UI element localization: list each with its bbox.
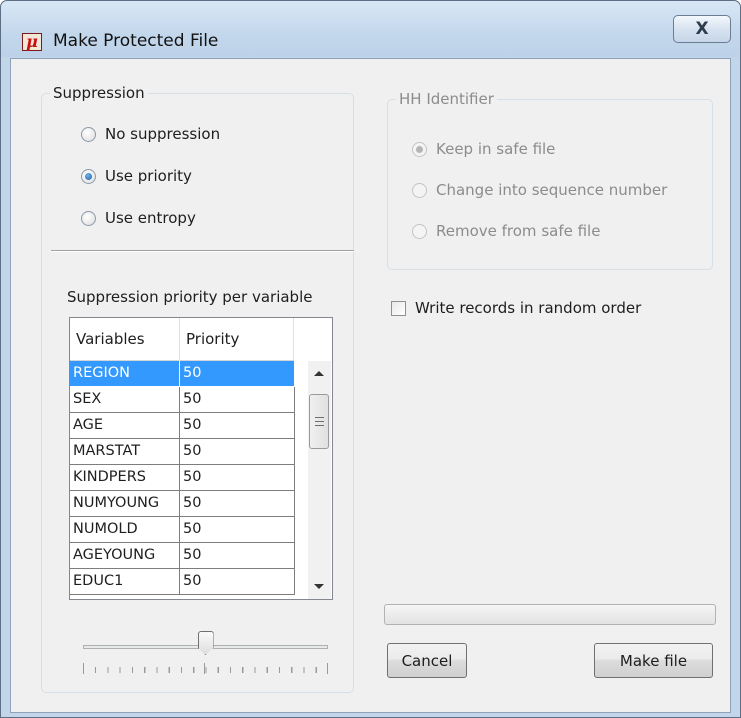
column-header-variables[interactable]: Variables — [70, 318, 180, 361]
priority-per-variable-label: Suppression priority per variable — [67, 288, 313, 306]
priority-cell[interactable]: 50 — [180, 413, 295, 439]
priority-table-rows: REGION 50 SEX 50 AGE 50 MARSTAT 50 KINDPERS 50 NUM… — [70, 361, 295, 595]
radio-use-entropy-indicator[interactable] — [81, 210, 96, 226]
radio-use-entropy-label: Use entropy — [105, 209, 196, 227]
progress-bar — [384, 604, 716, 625]
title-bar[interactable]: μ Make Protected File X — [1, 1, 740, 57]
variable-cell[interactable]: AGE — [70, 413, 180, 439]
slider-ticks — [83, 667, 328, 673]
close-icon: X — [695, 19, 709, 39]
priority-cell[interactable]: 50 — [180, 361, 295, 387]
priority-cell[interactable]: 50 — [180, 465, 295, 491]
variable-cell[interactable]: KINDPERS — [70, 465, 180, 491]
suppression-separator — [51, 250, 354, 252]
random-order-checkbox-label: Write records in random order — [415, 299, 642, 317]
thumb-grip-line — [315, 421, 324, 422]
radio-no-suppression-indicator[interactable] — [81, 126, 96, 142]
table-row[interactable]: MARSTAT 50 — [70, 439, 295, 465]
column-header-priority[interactable]: Priority — [180, 318, 294, 361]
radio-change-into-sequence-number[interactable]: Change into sequence number — [412, 181, 667, 199]
table-row[interactable]: AGE 50 — [70, 413, 295, 439]
random-order-checkbox[interactable]: Write records in random order — [391, 299, 641, 317]
hh-identifier-legend: HH Identifier — [396, 89, 497, 109]
priority-table[interactable]: Variables Priority REGION 50 SEX 50 AGE 50 MAR… — [69, 317, 333, 600]
make-file-button[interactable]: Make file — [594, 643, 713, 678]
radio-use-priority-indicator[interactable] — [81, 168, 96, 184]
radio-use-priority[interactable]: Use priority — [81, 167, 192, 185]
table-row[interactable]: REGION 50 — [70, 361, 295, 387]
thumb-grip-line — [315, 417, 324, 418]
variable-cell[interactable]: EDUC1 — [70, 569, 180, 595]
table-row[interactable]: EDUC1 50 — [70, 569, 295, 595]
table-vertical-scrollbar[interactable] — [308, 361, 331, 599]
radio-no-suppression[interactable]: No suppression — [81, 125, 220, 143]
scroll-up-arrow-icon[interactable] — [314, 371, 324, 376]
radio-no-suppression-label: No suppression — [105, 125, 221, 143]
suppression-legend: Suppression — [50, 83, 148, 103]
priority-cell[interactable]: 50 — [180, 387, 295, 413]
radio-change-into-sequence-number-indicator[interactable] — [412, 182, 427, 198]
thumb-grip-line — [315, 425, 324, 426]
variable-cell[interactable]: MARSTAT — [70, 439, 180, 465]
priority-cell[interactable]: 50 — [180, 569, 295, 595]
variable-cell[interactable]: REGION — [70, 361, 180, 387]
radio-keep-in-safe-file-indicator[interactable] — [412, 141, 427, 157]
radio-keep-in-safe-file[interactable]: Keep in safe file — [412, 140, 555, 158]
table-row[interactable]: NUMOLD 50 — [70, 517, 295, 543]
window-title: Make Protected File — [53, 31, 219, 51]
radio-remove-from-safe-file[interactable]: Remove from safe file — [412, 222, 600, 240]
slider-tick-middle — [204, 663, 205, 674]
radio-use-entropy[interactable]: Use entropy — [81, 209, 196, 227]
priority-cell[interactable]: 50 — [180, 439, 295, 465]
dialog-body: Suppression No suppression Use priority … — [10, 58, 731, 713]
radio-use-priority-label: Use priority — [105, 167, 192, 185]
variable-cell[interactable]: AGEYOUNG — [70, 543, 180, 569]
table-row[interactable]: SEX 50 — [70, 387, 295, 413]
scroll-down-arrow-icon[interactable] — [314, 584, 324, 589]
app-icon-glyph: μ — [26, 32, 38, 51]
priority-cell[interactable]: 50 — [180, 517, 295, 543]
slider-thumb[interactable] — [197, 631, 214, 655]
priority-cell[interactable]: 50 — [180, 491, 295, 517]
radio-change-into-sequence-number-label: Change into sequence number — [436, 181, 668, 199]
dialog-window: μ Make Protected File X Suppression No s… — [0, 0, 741, 718]
table-row[interactable]: KINDPERS 50 — [70, 465, 295, 491]
slider-tick-start — [83, 663, 84, 674]
slider-tick-end — [327, 663, 328, 674]
scrollbar-thumb[interactable] — [309, 394, 329, 449]
variable-cell[interactable]: NUMYOUNG — [70, 491, 180, 517]
radio-remove-from-safe-file-indicator[interactable] — [412, 223, 427, 239]
table-row[interactable]: NUMYOUNG 50 — [70, 491, 295, 517]
priority-slider[interactable] — [83, 627, 328, 687]
random-order-checkbox-box[interactable] — [391, 300, 406, 316]
close-button[interactable]: X — [673, 15, 731, 43]
radio-keep-in-safe-file-label: Keep in safe file — [436, 140, 556, 158]
header-corner — [294, 318, 332, 361]
variable-cell[interactable]: SEX — [70, 387, 180, 413]
cancel-button[interactable]: Cancel — [387, 643, 467, 678]
priority-table-header: Variables Priority — [70, 318, 332, 361]
priority-cell[interactable]: 50 — [180, 543, 295, 569]
mu-argus-app-icon: μ — [22, 33, 42, 51]
radio-remove-from-safe-file-label: Remove from safe file — [436, 222, 601, 240]
table-row[interactable]: AGEYOUNG 50 — [70, 543, 295, 569]
variable-cell[interactable]: NUMOLD — [70, 517, 180, 543]
